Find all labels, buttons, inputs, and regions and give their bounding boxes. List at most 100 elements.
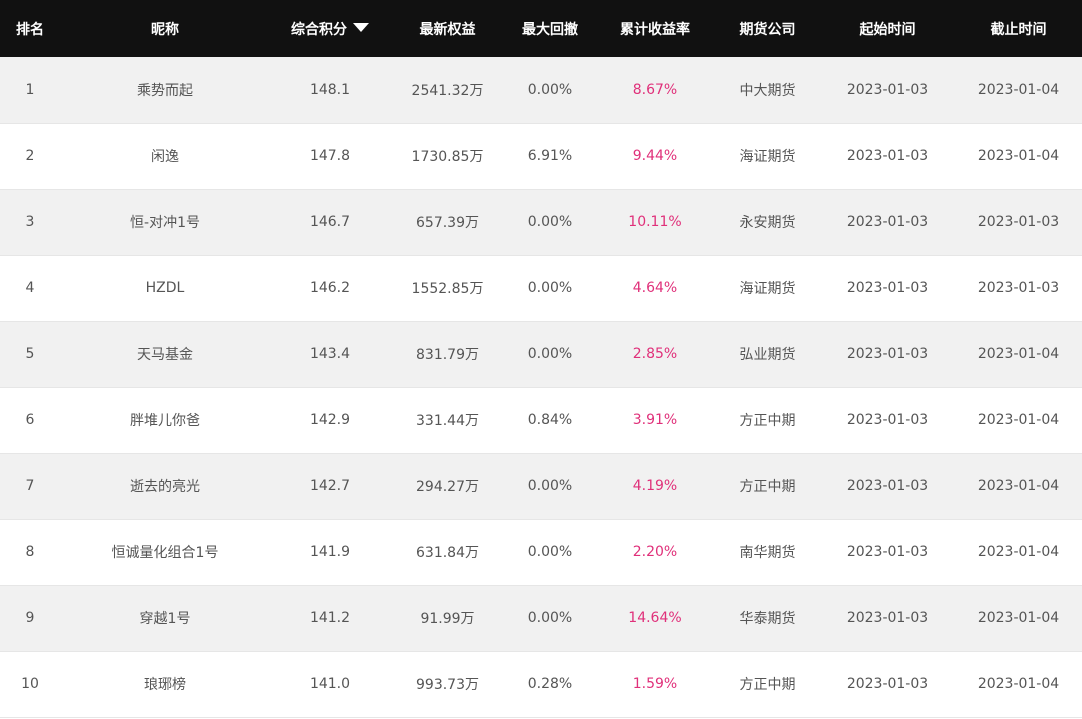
start-date-cell: 2023-01-03 (846, 346, 929, 362)
ranking-table: 排名 昵称 综合积分 最新权益 最大回撤 累计收益率 期货公司 起始时间 截止时… (0, 0, 1082, 718)
company-cell: 华泰期货 (739, 611, 796, 627)
company-cell: 永安期货 (739, 215, 796, 231)
equity-cell: 91.99万 (420, 611, 475, 627)
table-row: 10 琅琊榜 141.0 993.73万 0.28% 1.59% 方正中期 20… (0, 651, 1082, 717)
return-cell: 14.64% (628, 610, 682, 626)
score-cell: 148.1 (309, 81, 351, 98)
header-end: 截止时间 (990, 21, 1047, 38)
nickname-cell[interactable]: 恒诚量化组合1号 (60, 519, 270, 585)
table-header-row: 排名 昵称 综合积分 最新权益 最大回撤 累计收益率 期货公司 起始时间 截止时… (0, 0, 1082, 57)
table-row: 7 逝去的亮光 142.7 294.27万 0.00% 4.19% 方正中期 2… (0, 453, 1082, 519)
company-cell: 海证期货 (739, 149, 796, 165)
company-cell: 方正中期 (739, 479, 796, 495)
start-date-cell: 2023-01-03 (846, 81, 929, 98)
score-cell: 141.9 (309, 544, 351, 560)
rank-cell: 4 (25, 280, 35, 296)
score-cell: 147.8 (309, 148, 351, 164)
rank-cell: 9 (25, 610, 35, 626)
return-cell: 10.11% (628, 214, 682, 230)
score-cell: 142.9 (309, 412, 351, 428)
drawdown-cell: 0.00% (527, 544, 573, 560)
equity-cell: 831.79万 (416, 347, 479, 363)
start-date-cell: 2023-01-03 (846, 280, 929, 296)
return-cell: 3.91% (632, 412, 678, 428)
equity-cell: 294.27万 (416, 479, 479, 495)
nickname-cell[interactable]: 闲逸 (60, 123, 270, 189)
return-cell: 1.59% (632, 676, 678, 692)
score-cell: 143.4 (309, 346, 351, 362)
end-date-cell: 2023-01-03 (977, 280, 1060, 296)
company-cell: 中大期货 (739, 82, 796, 99)
score-cell: 141.2 (309, 610, 351, 626)
company-cell: 方正中期 (739, 413, 796, 429)
equity-cell: 331.44万 (416, 413, 479, 429)
return-cell: 2.20% (632, 544, 678, 560)
return-cell: 2.85% (632, 346, 678, 362)
drawdown-cell: 6.91% (527, 148, 573, 164)
header-company: 期货公司 (739, 21, 796, 38)
nickname-cell[interactable]: 天马基金 (60, 321, 270, 387)
header-return: 累计收益率 (620, 21, 690, 38)
header-equity: 最新权益 (419, 21, 476, 38)
table-row: 5 天马基金 143.4 831.79万 0.00% 2.85% 弘业期货 20… (0, 321, 1082, 387)
company-cell: 弘业期货 (739, 347, 796, 363)
start-date-cell: 2023-01-03 (846, 148, 929, 164)
drawdown-cell: 0.28% (527, 676, 573, 692)
return-cell: 9.44% (632, 148, 678, 164)
nickname-cell[interactable]: 胖堆儿你爸 (60, 387, 270, 453)
table-row: 9 穿越1号 141.2 91.99万 0.00% 14.64% 华泰期货 20… (0, 585, 1082, 651)
table-row: 2 闲逸 147.8 1730.85万 6.91% 9.44% 海证期货 202… (0, 123, 1082, 189)
company-cell: 方正中期 (739, 677, 796, 693)
end-date-cell: 2023-01-04 (977, 346, 1060, 362)
rank-cell: 8 (25, 544, 35, 560)
start-date-cell: 2023-01-03 (846, 544, 929, 560)
header-score-label: 综合积分 (291, 21, 347, 38)
rank-cell: 7 (25, 478, 35, 494)
start-date-cell: 2023-01-03 (846, 610, 929, 626)
end-date-cell: 2023-01-04 (977, 148, 1060, 164)
rank-cell: 6 (25, 412, 35, 428)
drawdown-cell: 0.00% (527, 81, 573, 98)
start-date-cell: 2023-01-03 (846, 478, 929, 494)
company-cell: 海证期货 (739, 281, 796, 297)
header-start: 起始时间 (859, 21, 916, 38)
return-cell: 4.19% (632, 478, 678, 494)
header-score[interactable]: 综合积分 (270, 0, 390, 57)
return-cell: 4.64% (632, 280, 678, 296)
drawdown-cell: 0.00% (527, 280, 573, 296)
equity-cell: 2541.32万 (411, 82, 484, 99)
equity-cell: 657.39万 (416, 215, 479, 231)
table-row: 4 HZDL 146.2 1552.85万 0.00% 4.64% 海证期货 2… (0, 255, 1082, 321)
start-date-cell: 2023-01-03 (846, 412, 929, 428)
nickname-cell[interactable]: 琅琊榜 (60, 651, 270, 717)
equity-cell: 1552.85万 (411, 281, 484, 297)
score-cell: 146.7 (309, 214, 351, 230)
header-drawdown: 最大回撤 (522, 21, 578, 38)
company-cell: 南华期货 (739, 545, 796, 561)
drawdown-cell: 0.00% (527, 214, 573, 230)
end-date-cell: 2023-01-04 (977, 676, 1060, 692)
nickname-cell[interactable]: HZDL (60, 255, 270, 321)
equity-cell: 1730.85万 (411, 149, 484, 165)
score-cell: 141.0 (309, 676, 351, 692)
drawdown-cell: 0.00% (527, 346, 573, 362)
rank-cell: 5 (25, 346, 35, 362)
drawdown-cell: 0.00% (527, 478, 573, 494)
end-date-cell: 2023-01-04 (977, 81, 1060, 98)
rank-cell: 2 (25, 148, 35, 164)
rank-cell: 1 (25, 81, 35, 98)
table-row: 3 恒-对冲1号 146.7 657.39万 0.00% 10.11% 永安期货… (0, 189, 1082, 255)
nickname-cell[interactable]: 穿越1号 (60, 585, 270, 651)
caret-down-icon[interactable] (353, 22, 369, 32)
end-date-cell: 2023-01-04 (977, 610, 1060, 626)
table-row: 6 胖堆儿你爸 142.9 331.44万 0.84% 3.91% 方正中期 2… (0, 387, 1082, 453)
score-cell: 142.7 (309, 478, 351, 494)
nickname-cell[interactable]: 逝去的亮光 (60, 453, 270, 519)
nickname-cell[interactable]: 恒-对冲1号 (60, 189, 270, 255)
rank-cell: 10 (21, 676, 39, 692)
end-date-cell: 2023-01-04 (977, 478, 1060, 494)
end-date-cell: 2023-01-04 (977, 412, 1060, 428)
drawdown-cell: 0.00% (527, 610, 573, 626)
nickname-cell[interactable]: 乘势而起 (60, 57, 270, 123)
drawdown-cell: 0.84% (527, 412, 573, 428)
